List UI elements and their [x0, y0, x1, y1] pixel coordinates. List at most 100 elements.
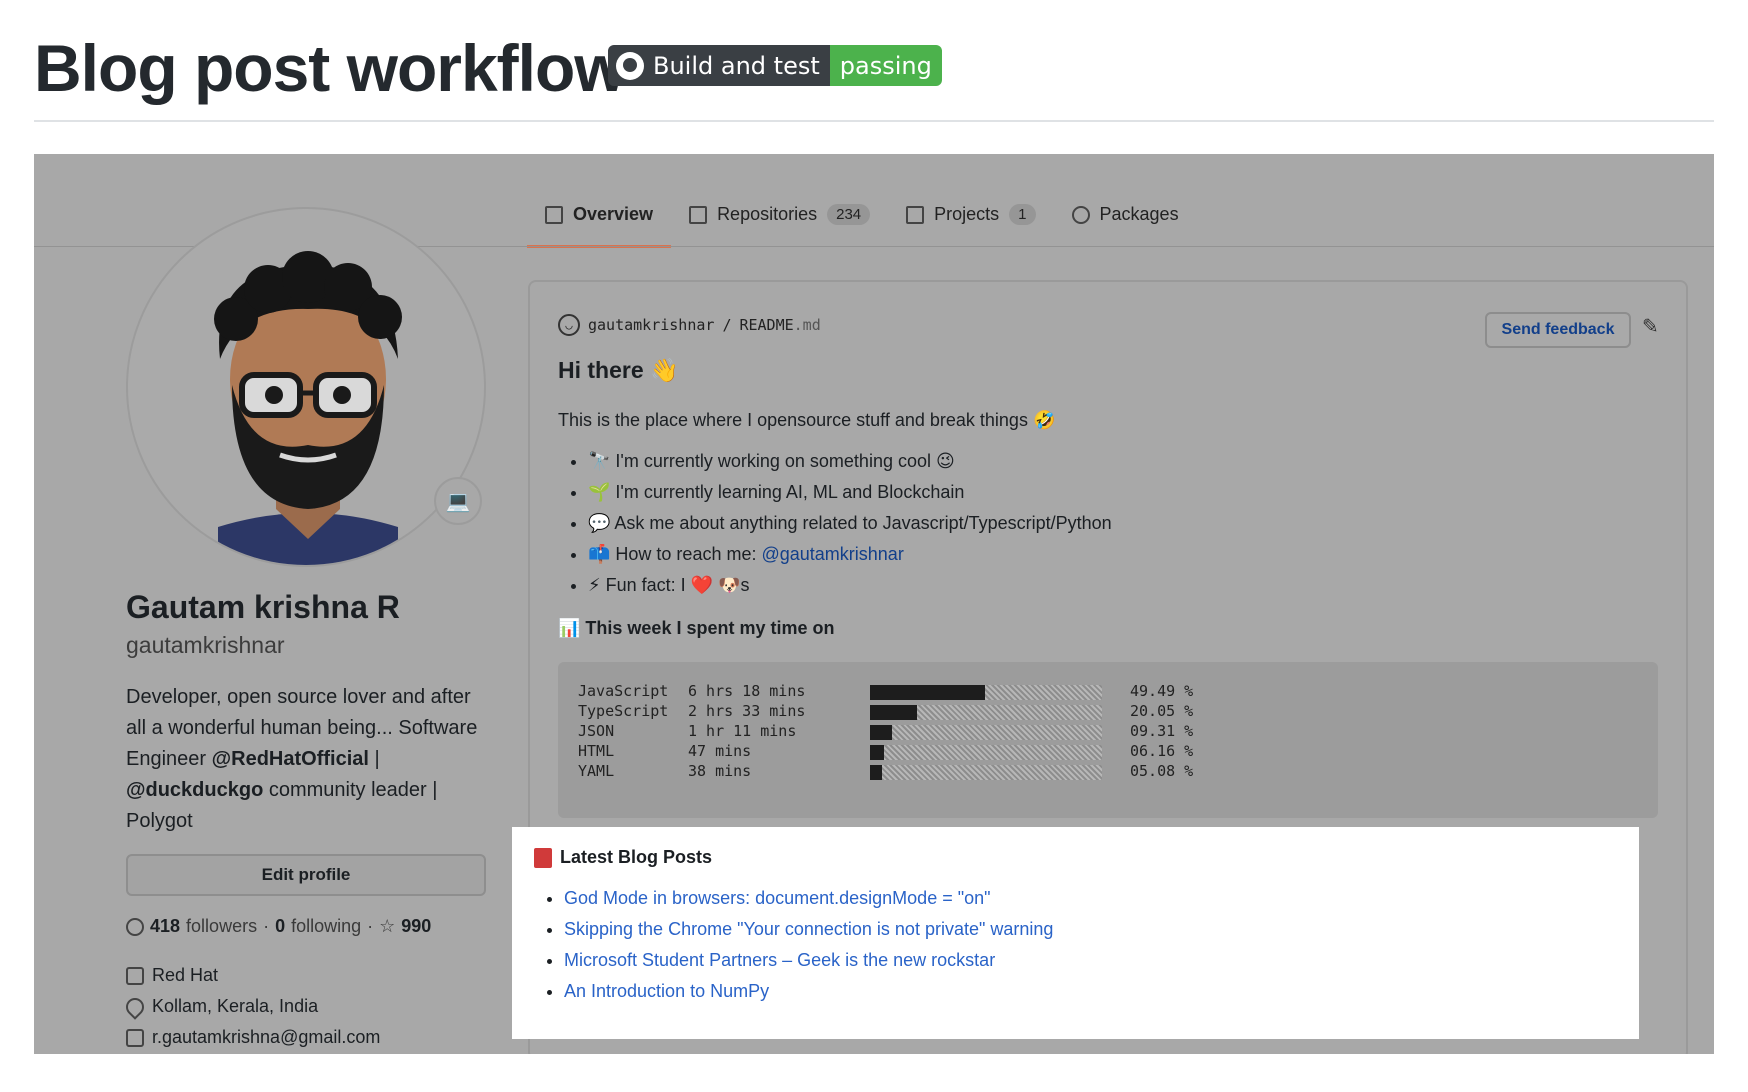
following-label[interactable]: following [291, 916, 361, 937]
stat-row: TypeScript 2 hrs 33 mins 20.05 % [578, 702, 1193, 724]
stat-time: 38 mins [688, 762, 752, 780]
page-title: Blog post workflow [34, 31, 626, 105]
list-item: An Introduction to NumPy [564, 976, 1053, 1007]
red-book-icon [534, 847, 552, 868]
tab-label: Packages [1099, 204, 1179, 224]
wakatime-stats: JavaScript 6 hrs 18 mins 49.49 % TypeScr… [558, 662, 1658, 818]
stat-language: JSON [578, 722, 615, 740]
avatar-illustration [214, 251, 402, 565]
stat-bar-fill [870, 685, 985, 700]
blog-post-link[interactable]: God Mode in browsers: document.designMod… [564, 888, 991, 908]
readme-file[interactable]: README.md [739, 316, 820, 334]
stat-language: JavaScript [578, 682, 669, 700]
list-item: 💬 Ask me about anything related to Javas… [588, 508, 1112, 539]
email-row: r.gautamkrishna@gmail.com [126, 1027, 380, 1048]
stat-bar-fill [870, 705, 917, 720]
bio-org-duckduckgo[interactable]: @duckduckgo [126, 779, 263, 801]
email-link[interactable]: r.gautamkrishna@gmail.com [152, 1027, 380, 1048]
stat-bar [870, 685, 1102, 700]
followers-label[interactable]: followers [186, 916, 257, 937]
stat-percent: 09.31 % [1130, 722, 1194, 740]
tab-overview[interactable]: Overview [527, 184, 672, 248]
location-text: Kollam, Kerala, India [152, 996, 319, 1016]
badge-status: passing [829, 45, 942, 86]
stars-count[interactable]: 990 [401, 916, 431, 937]
tab-label: Overview [573, 204, 654, 224]
stat-language: HTML [578, 742, 615, 760]
readme-path: ◡ gautamkrishnar / README.md [558, 314, 821, 336]
smiley-icon: ◡ [558, 314, 580, 336]
badge-left: Build and test [608, 45, 830, 86]
list-item: 🌱 I'm currently learning AI, ML and Bloc… [588, 477, 1112, 508]
blog-post-link[interactable]: Microsoft Student Partners – Geek is the… [564, 950, 995, 970]
badge-label: Build and test [653, 51, 820, 80]
path-separator: / [722, 316, 732, 334]
page-header: Blog post workflow Build and test passin… [34, 22, 1714, 122]
avatar[interactable] [126, 207, 486, 567]
readme-heading: Hi there 👋 [558, 357, 679, 383]
stat-bar [870, 705, 1102, 720]
readme-user[interactable]: gautamkrishnar [588, 316, 714, 334]
stat-percent: 20.05 % [1130, 702, 1194, 720]
list-item: 📫 How to reach me: @gautamkrishnar [588, 539, 1112, 570]
blog-heading: Latest Blog Posts [534, 847, 712, 868]
blog-post-link[interactable]: An Introduction to NumPy [564, 981, 769, 1001]
blog-post-link[interactable]: Skipping the Chrome "Your connection is … [564, 919, 1053, 939]
followers-count[interactable]: 418 [150, 916, 180, 937]
company-row: Red Hat [126, 965, 218, 986]
list-item: 🔭 I'm currently working on something coo… [588, 446, 1112, 477]
stat-bar-fill [870, 765, 882, 780]
stat-bar-fill [870, 745, 885, 760]
week-heading: 📊 This week I spent my time on [558, 618, 835, 638]
list-item: ⚡ Fun fact: I ❤️ 🐶s [588, 570, 1112, 601]
projects-count: 1 [1009, 204, 1036, 225]
readme-intro: This is the place where I opensource stu… [558, 410, 1056, 430]
star-icon: ☆ [379, 916, 396, 936]
pencil-icon[interactable]: ✎ [1642, 314, 1659, 339]
tab-label: Projects [934, 204, 1000, 224]
separator-dot: · [367, 916, 374, 936]
tab-projects[interactable]: Projects 1 [888, 184, 1053, 248]
tab-repositories[interactable]: Repositories 234 [671, 184, 888, 248]
build-status-badge[interactable]: Build and test passing [608, 45, 942, 86]
status-emoji[interactable]: 💻 [434, 477, 482, 525]
repositories-count: 234 [827, 204, 871, 225]
mail-icon [126, 1028, 144, 1047]
tab-packages[interactable]: Packages [1054, 184, 1197, 248]
following-count[interactable]: 0 [275, 916, 285, 937]
bio-org-redhat[interactable]: @RedHatOfficial [212, 748, 369, 770]
readme-filename: README [739, 316, 794, 334]
reach-link[interactable]: @gautamkrishnar [761, 544, 903, 564]
stat-percent: 06.16 % [1130, 742, 1194, 760]
project-icon [906, 205, 925, 224]
book-icon [545, 205, 563, 224]
separator-dot: · [263, 916, 270, 936]
list-item: Microsoft Student Partners – Geek is the… [564, 945, 1053, 976]
stat-row: HTML 47 mins 06.16 % [578, 742, 1193, 764]
stat-language: YAML [578, 762, 615, 780]
stat-row: JSON 1 hr 11 mins 09.31 % [578, 722, 1193, 744]
readme-extension: .md [793, 316, 821, 334]
latest-blog-posts: Latest Blog Posts God Mode in browsers: … [512, 827, 1639, 1039]
send-feedback-button[interactable]: Send feedback [1485, 312, 1631, 348]
blog-post-list: God Mode in browsers: document.designMod… [564, 883, 1053, 1007]
profile-login: gautamkrishnar [126, 632, 285, 658]
stat-bar [870, 765, 1102, 780]
blog-heading-text: Latest Blog Posts [560, 847, 713, 867]
location-row: Kollam, Kerala, India [122, 993, 319, 1020]
github-icon [616, 51, 644, 80]
tab-label: Repositories [717, 204, 818, 224]
repo-icon [689, 205, 708, 224]
stat-row: JavaScript 6 hrs 18 mins 49.49 % [578, 682, 1193, 704]
reach-label: 📫 How to reach me: [588, 544, 762, 564]
list-item: Skipping the Chrome "Your connection is … [564, 914, 1053, 945]
location-icon [122, 993, 148, 1020]
people-icon [126, 917, 144, 936]
package-icon [1071, 205, 1090, 224]
stat-bar [870, 725, 1102, 740]
edit-profile-button[interactable]: Edit profile [126, 854, 486, 896]
bio-separator: | [368, 748, 380, 770]
stat-row: YAML 38 mins 05.08 % [578, 762, 1193, 784]
stat-bar-fill [870, 725, 892, 740]
stat-language: TypeScript [578, 702, 669, 720]
